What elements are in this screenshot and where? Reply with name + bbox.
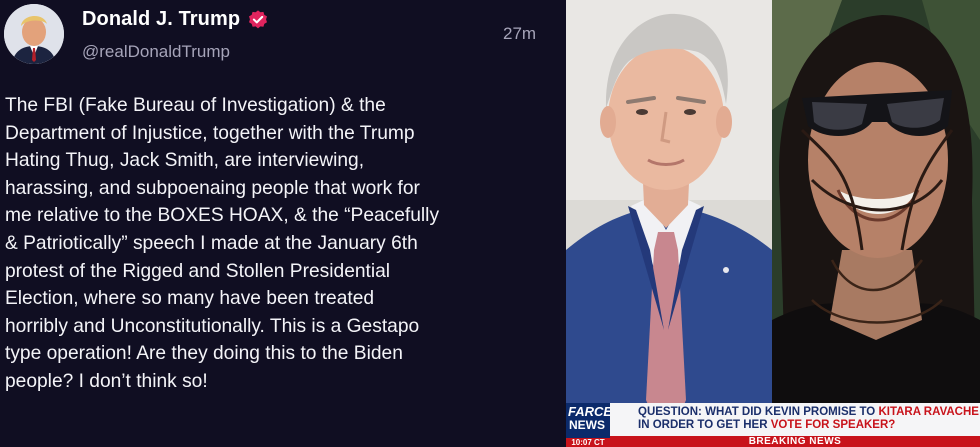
news-chyron: FARCE NEWS 10:07 CT QUESTION: WHAT DID K… [566,403,980,447]
photo-man-in-suit [566,0,772,447]
post-card: Donald J. Trump @realDonaldTrump 27m The… [0,0,566,447]
headline-line-2: IN ORDER TO GET HER VOTE FOR SPEAKER? [638,419,980,432]
verified-badge-icon [249,9,268,28]
news-time: 10:07 CT [566,438,610,447]
timestamp[interactable]: 27m [503,24,536,44]
post-text: The FBI (Fake Bureau of Investigation) &… [5,95,440,392]
author-row: Donald J. Trump [82,8,269,31]
handle[interactable]: @realDonaldTrump [82,42,230,62]
headline-line-2-highlight: VOTE FOR SPEAKER? [770,419,896,431]
display-name[interactable]: Donald J. Trump [82,8,240,31]
news-logo: FARCE NEWS 10:07 CT [566,403,610,447]
headline-line-1-highlight: KITARA RAVACHE [878,406,979,418]
headline-line-1-text: QUESTION: WHAT DID KEVIN PROMISE TO [638,406,879,418]
breaking-news-banner: BREAKING NEWS [610,436,980,447]
avatar-image [4,4,64,64]
news-logo-main: NEWS [569,418,605,432]
photo-woman-sunglasses [772,0,980,447]
avatar[interactable] [4,4,64,64]
headline-line-2-text: IN ORDER TO GET HER [638,419,771,431]
news-headline: QUESTION: WHAT DID KEVIN PROMISE TO KITA… [610,403,980,436]
headline-line-1: QUESTION: WHAT DID KEVIN PROMISE TO KITA… [638,406,980,419]
news-logo-top: FARCE [568,404,610,419]
